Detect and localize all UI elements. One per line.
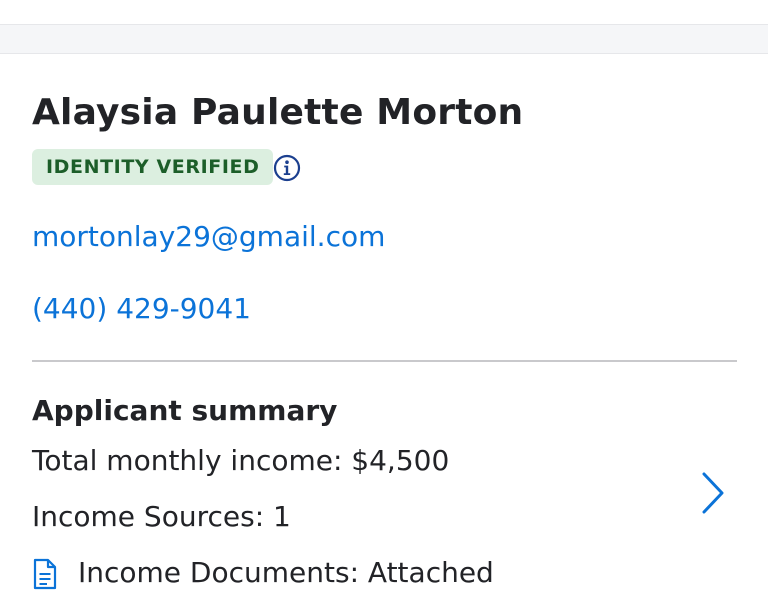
- top-strip: [0, 0, 768, 24]
- income-documents-status: Income Documents: Attached: [78, 556, 494, 589]
- income-sources-count: Income Sources: 1: [32, 500, 291, 533]
- applicant-name: Alaysia Paulette Morton: [32, 92, 524, 133]
- identity-verified-badge: IDENTITY VERIFIED: [32, 149, 274, 185]
- chevron-right-icon[interactable]: [692, 468, 732, 518]
- header-band: [0, 24, 768, 54]
- applicant-phone-link[interactable]: (440) 429-9041: [32, 292, 251, 325]
- document-icon: [33, 558, 57, 590]
- applicant-email-link[interactable]: mortonlay29@gmail.com: [32, 220, 385, 253]
- info-icon[interactable]: [273, 154, 301, 182]
- divider: [32, 360, 737, 362]
- total-monthly-income: Total monthly income: $4,500: [32, 444, 450, 477]
- applicant-card: Alaysia Paulette Morton IDENTITY VERIFIE…: [0, 54, 768, 590]
- applicant-summary-title: Applicant summary: [32, 394, 338, 427]
